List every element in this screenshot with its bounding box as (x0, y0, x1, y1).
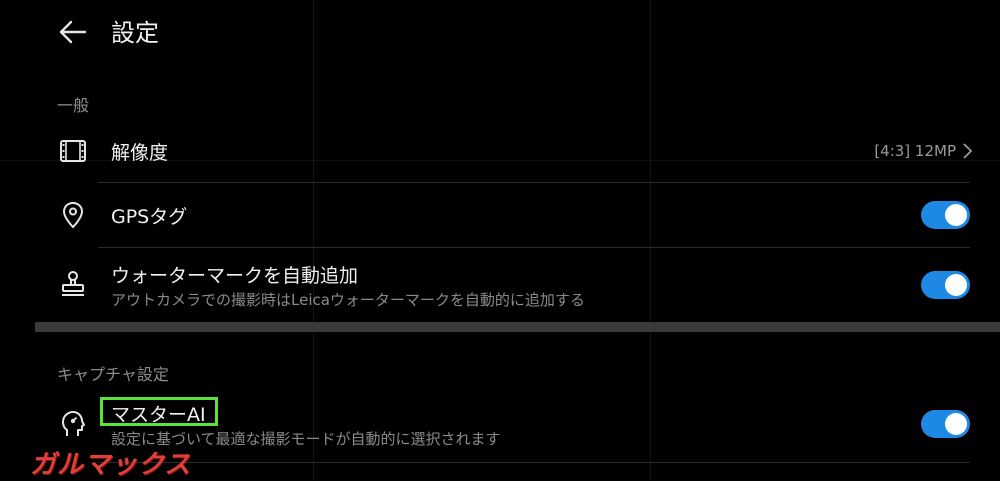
section-label-capture: キャプチャ設定 (57, 365, 169, 384)
watermark-description: アウトカメラでの撮影時はLeicaウォーターマークを自動的に追加する (111, 291, 585, 309)
toggle-knob (945, 413, 967, 435)
setting-row-resolution[interactable]: 解像度 [4:3] 12MP (0, 120, 1000, 182)
film-frame-icon (58, 136, 88, 166)
toggle-knob (945, 204, 967, 226)
gps-toggle[interactable] (921, 201, 970, 229)
brand-watermark-logo: ガルマックス (30, 450, 192, 480)
divider (98, 462, 970, 463)
back-button[interactable] (56, 17, 90, 51)
ai-head-icon (58, 409, 88, 439)
toggle-knob (945, 274, 967, 296)
setting-row-watermark[interactable]: ウォーターマークを自動追加 アウトカメラでの撮影時はLeicaウォーターマークを… (0, 249, 1000, 321)
gps-label: GPSタグ (111, 206, 188, 228)
section-label-general: 一般 (57, 96, 90, 115)
setting-row-gps[interactable]: GPSタグ (0, 184, 1000, 246)
resolution-label: 解像度 (111, 142, 169, 164)
watermark-toggle[interactable] (921, 271, 970, 299)
watermark-label: ウォーターマークを自動追加 (111, 265, 359, 287)
settings-header: 設定 (0, 0, 1000, 66)
chevron-right-icon (963, 143, 973, 159)
arrow-left-icon (59, 20, 87, 48)
location-pin-icon (58, 200, 88, 230)
master-ai-toggle[interactable] (921, 410, 970, 438)
page-title: 設定 (111, 19, 159, 47)
divider (98, 247, 970, 248)
section-separator (35, 322, 1000, 332)
divider (98, 182, 970, 183)
highlight-annotation (100, 397, 218, 426)
resolution-value: [4:3] 12MP (874, 142, 956, 160)
stamp-icon (58, 269, 88, 299)
